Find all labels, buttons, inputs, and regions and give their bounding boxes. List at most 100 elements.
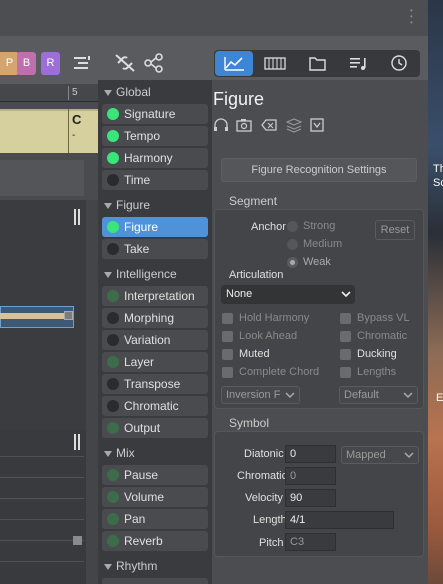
chromatic-checkbox[interactable] [340, 331, 351, 342]
note-resize-handle[interactable] [64, 311, 73, 320]
sidebar-item-output[interactable]: Output [102, 418, 208, 438]
grid-line [0, 519, 84, 520]
title-strip [0, 0, 443, 36]
sidebar-item-signature[interactable]: Signature [102, 104, 208, 124]
sidebar-item-volume[interactable]: Volume [102, 487, 208, 507]
clock-icon [391, 55, 407, 71]
timeline-ruler[interactable] [0, 84, 98, 102]
diatonic-field[interactable]: 0 [285, 445, 336, 463]
tab-piano[interactable] [256, 51, 294, 76]
lines-icon[interactable] [72, 55, 92, 71]
mapped-value: Mapped [346, 449, 386, 461]
sidebar-item-morphing[interactable]: Morphing [102, 308, 208, 328]
b-button[interactable]: B [17, 52, 36, 75]
sidebar-item-variation[interactable]: Variation [102, 330, 208, 350]
ducking-label: Ducking [357, 348, 397, 360]
anchor-medium-radio[interactable] [287, 239, 298, 250]
ruler-tick [68, 86, 69, 100]
anchor-weak-radio[interactable] [287, 257, 298, 268]
pitch-field[interactable]: C3 [285, 533, 336, 551]
lengths-checkbox[interactable] [340, 367, 351, 378]
item-label: Time [124, 173, 151, 187]
chord-label: C [72, 112, 82, 127]
camera-icon [236, 119, 252, 132]
status-dot [107, 334, 119, 346]
status-dot [107, 422, 119, 434]
section-intelligence[interactable]: Intelligence [104, 267, 177, 281]
chromatic-value-label: Chromatic [237, 470, 288, 482]
tab-folder[interactable] [298, 51, 336, 76]
collapse-icon [104, 202, 112, 209]
sidebar-item-layer[interactable]: Layer [102, 352, 208, 372]
sidebar-item-take[interactable]: Take [102, 239, 208, 259]
sidebar-item-interpretation[interactable]: Interpretation [102, 286, 208, 306]
collapse-icon [104, 450, 112, 457]
inversion-select[interactable]: Inversion F [221, 386, 300, 404]
tab-chart[interactable] [215, 51, 253, 76]
muted-checkbox[interactable] [222, 349, 233, 360]
chord-sub: - [72, 130, 76, 141]
note-bar[interactable] [0, 313, 68, 319]
default-select[interactable]: Default [339, 386, 418, 404]
status-dot [107, 513, 119, 525]
sidebar-item-reverb[interactable]: Reverb [102, 531, 208, 551]
item-label: Layer [124, 355, 155, 369]
r-button[interactable]: R [41, 52, 60, 75]
lane-handle-1[interactable] [74, 209, 80, 225]
folder-icon [309, 57, 326, 71]
reset-button[interactable]: Reset [375, 220, 415, 240]
sidebar-item-rhythm[interactable] [102, 578, 208, 584]
muted-label: Muted [239, 348, 270, 360]
erase-icon [261, 119, 277, 131]
expand-box-icon [310, 118, 324, 132]
chevron-down-icon [404, 452, 414, 459]
window-dots: • • • [410, 6, 413, 27]
status-dot [107, 243, 119, 255]
unlink-icon[interactable] [113, 52, 137, 74]
recognition-settings-button[interactable]: Figure Recognition Settings [221, 158, 417, 182]
scroll-thumb[interactable] [73, 536, 82, 545]
tab-history[interactable] [380, 51, 418, 76]
sidebar-item-transpose[interactable]: Transpose [102, 374, 208, 394]
chromatic-field[interactable]: 0 [285, 467, 336, 485]
vertical-scrollbar[interactable] [86, 200, 98, 584]
hold-harmony-checkbox[interactable] [222, 313, 233, 324]
section-mix[interactable]: Mix [104, 446, 135, 460]
collapse-icon [104, 89, 112, 96]
anchor-strong-radio[interactable] [287, 221, 298, 232]
sidebar-item-pause[interactable]: Pause [102, 465, 208, 485]
chord-clip[interactable] [0, 109, 98, 153]
panel-title: Figure [213, 89, 265, 109]
bypass-vl-checkbox[interactable] [340, 313, 351, 324]
section-rhythm[interactable]: Rhythm [104, 559, 157, 573]
lane-handle-2[interactable] [74, 434, 80, 450]
sidebar-item-harmony[interactable]: Harmony [102, 148, 208, 168]
grid-line [0, 456, 84, 457]
mapped-select[interactable]: Mapped [341, 446, 419, 464]
status-dot [107, 312, 119, 324]
velocity-field[interactable]: 90 [285, 489, 336, 507]
item-label: Variation [124, 333, 171, 347]
status-dot [107, 400, 119, 412]
sidebar-item-pan[interactable]: Pan [102, 509, 208, 529]
item-label: Output [124, 421, 161, 435]
playlist-icon [350, 58, 366, 70]
share-icon[interactable] [143, 52, 165, 74]
section-figure[interactable]: Figure [104, 198, 150, 212]
articulation-select[interactable]: None [221, 285, 355, 304]
ducking-checkbox[interactable] [340, 349, 351, 360]
item-label: Signature [124, 107, 176, 121]
sidebar-item-figure[interactable]: Figure [102, 217, 208, 237]
length-field[interactable]: 4/1 [285, 511, 394, 529]
sidebar-item-chromatic[interactable]: Chromatic [102, 396, 208, 416]
sidebar-item-time[interactable]: Time [102, 170, 208, 190]
pitch-label: Pitch [259, 537, 284, 549]
item-label: Figure [124, 220, 159, 234]
item-label: Tempo [124, 129, 161, 143]
complete-chord-checkbox[interactable] [222, 367, 233, 378]
tab-playlist[interactable] [339, 51, 377, 76]
sidebar-item-tempo[interactable]: Tempo [102, 126, 208, 146]
look-ahead-checkbox[interactable] [222, 331, 233, 342]
desktop-text-2: Sc [433, 177, 443, 189]
section-global[interactable]: Global [104, 85, 151, 99]
